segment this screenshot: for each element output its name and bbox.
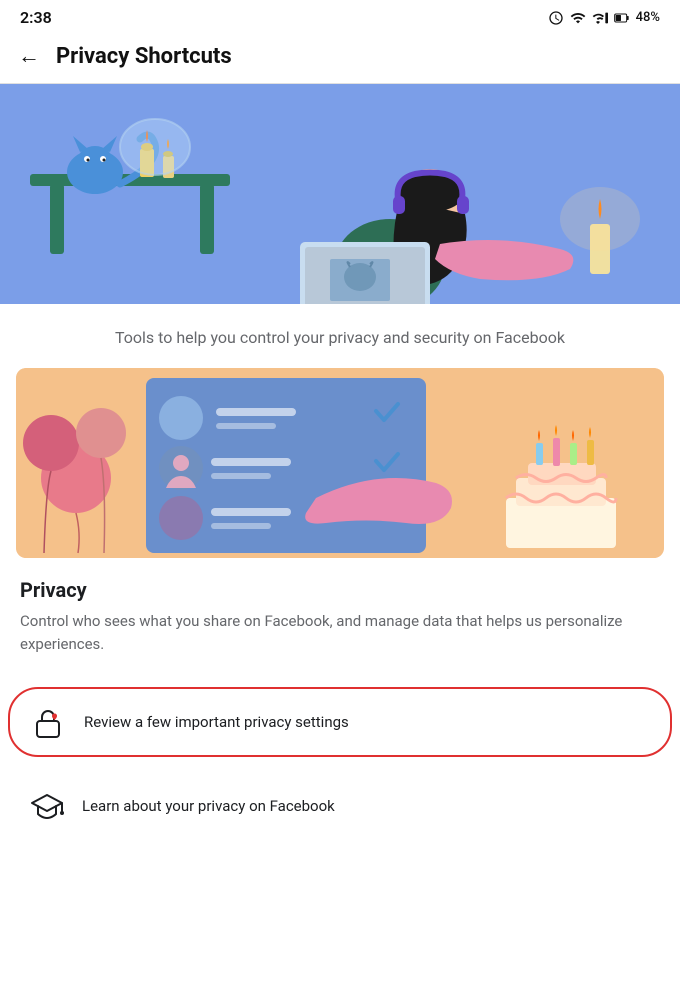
privacy-card-illustration bbox=[16, 368, 664, 558]
page-title: Privacy Shortcuts bbox=[56, 44, 232, 69]
privacy-title: Privacy bbox=[20, 578, 660, 602]
review-settings-item[interactable]: Review a few important privacy settings bbox=[8, 687, 672, 757]
hero-illustration bbox=[0, 84, 680, 304]
hero-svg bbox=[0, 84, 680, 304]
learn-privacy-label: Learn about your privacy on Facebook bbox=[82, 797, 335, 815]
page-header: ← Privacy Shortcuts bbox=[0, 31, 680, 84]
learn-privacy-item[interactable]: Learn about your privacy on Facebook bbox=[8, 773, 672, 839]
status-time: 2:38 bbox=[20, 8, 52, 27]
lock-heart-icon bbox=[30, 703, 68, 741]
graduation-icon bbox=[28, 787, 66, 825]
review-settings-label: Review a few important privacy settings bbox=[84, 713, 349, 731]
status-icons: 48% bbox=[548, 10, 660, 26]
back-button[interactable]: ← bbox=[18, 43, 40, 69]
status-bar: 2:38 48% bbox=[0, 0, 680, 31]
alarm-icon bbox=[548, 10, 564, 26]
action-items-list: Review a few important privacy settings … bbox=[0, 687, 680, 839]
subtitle-text: Tools to help you control your privacy a… bbox=[0, 304, 680, 368]
privacy-section: Privacy Control who sees what you share … bbox=[0, 558, 680, 687]
battery-percent: 48% bbox=[636, 10, 660, 25]
signal-icon bbox=[592, 10, 608, 26]
battery-icon bbox=[614, 10, 630, 26]
privacy-description: Control who sees what you share on Faceb… bbox=[20, 610, 660, 657]
privacy-card-svg bbox=[16, 368, 664, 558]
wifi-icon bbox=[570, 10, 586, 26]
